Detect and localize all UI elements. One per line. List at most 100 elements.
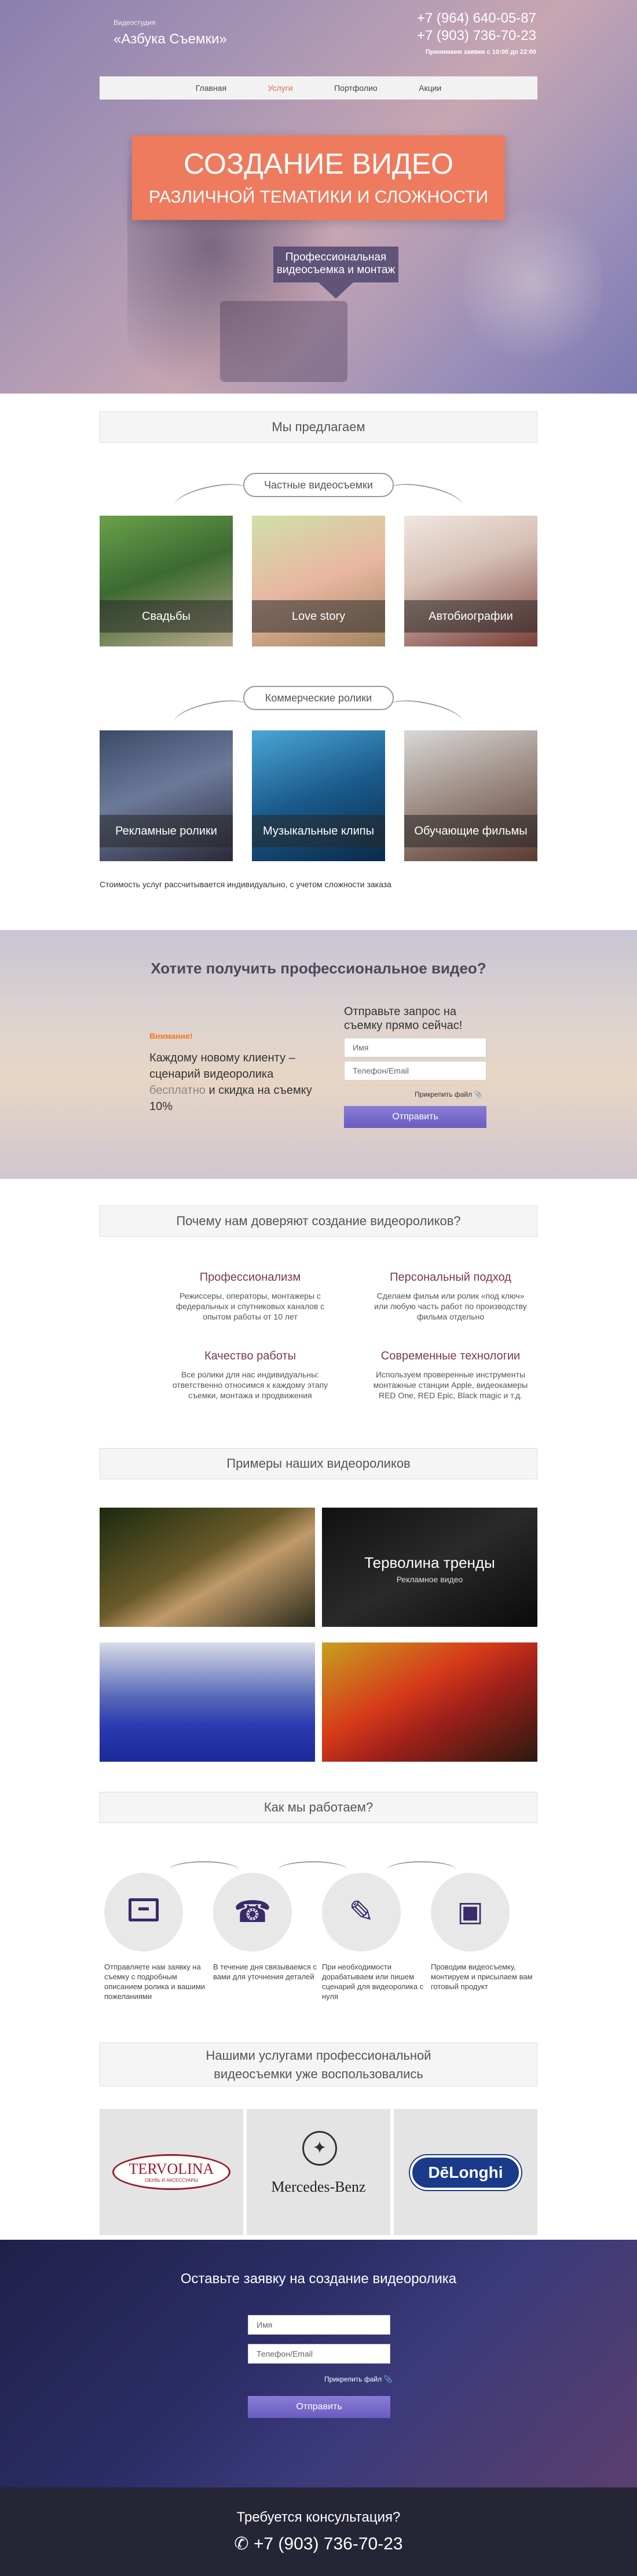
step-text: В течение дня связываемся с вами для уто… (213, 1963, 317, 1981)
camera-image (220, 301, 347, 382)
logo-tagline: ОБУВЬ И АКСЕССУАРЫ (145, 2178, 198, 2183)
section-title: Примеры наших видеороликов (100, 1448, 537, 1479)
section-title: Почему нам доверяют создание видеоролико… (100, 1206, 537, 1237)
step-circle: ☎ (213, 1873, 292, 1952)
section-title: Нашими услугами профессиональной видеосъ… (100, 2042, 537, 2086)
service-tile-weddings[interactable]: Свадьбы (100, 516, 233, 646)
video-thumbnail[interactable] (322, 1642, 537, 1762)
video-subtitle: Рекламное видео (396, 1575, 463, 1584)
submit-button[interactable]: Отправить (344, 1106, 486, 1128)
footer-title: Требуется консультация? (236, 2509, 401, 2525)
video-thumbnail[interactable] (100, 1508, 315, 1627)
video-thumbnail-featured[interactable]: Терволина тренды Рекламное видео (322, 1508, 537, 1627)
service-tile-music-clips[interactable]: Музыкальные клипы (252, 730, 385, 861)
step-circle: ▣ (431, 1873, 510, 1952)
feature-text: Режиссеры, операторы, монтажеры с федера… (175, 1291, 325, 1321)
camera-icon: ▣ (457, 1897, 484, 1927)
connector-line (172, 694, 251, 734)
tervolina-logo: TERVOLINA ОБУВЬ И АКСЕССУАРЫ (112, 2154, 230, 2190)
section-title: Мы предлагаем (100, 411, 537, 443)
step-circle: ▬ (104, 1873, 183, 1952)
submit-button[interactable]: Отправить (248, 2396, 390, 2418)
client-logo-mercedes: ✦ Mercedes-Benz (247, 2109, 390, 2235)
connector-line (386, 478, 465, 517)
contact-field[interactable]: Телефон/Email (248, 2344, 390, 2364)
studio-label: Видеостудия (114, 19, 156, 27)
down-arrow-icon (318, 282, 353, 299)
form-title: Оставьте заявку на создание видеоролика (180, 2271, 457, 2287)
feature-title: Современные технологии (380, 1350, 521, 1362)
attach-file-link[interactable]: Прикрепить файл 📎 (415, 1090, 482, 1098)
service-tile-love-story[interactable]: Love story (252, 516, 385, 646)
private-shooting-label: Частные видеосъемки (243, 473, 394, 497)
footer-phone-number: +7 (903) 736-70-23 (253, 2534, 403, 2553)
monitor-icon: ▬ (129, 1898, 159, 1921)
phone-number[interactable]: +7 (903) 736-70-23 (417, 28, 536, 44)
nav-promotions[interactable]: Акции (419, 83, 441, 93)
connector-line (386, 694, 465, 734)
warning-label: Внимание! (149, 1031, 193, 1041)
feature-text: Все ролики для нас индивидуальны: ответс… (172, 1370, 328, 1400)
support-icon: ☎ (233, 1895, 272, 1929)
offer-part: Каждому новому клиенту – сценарий видеор… (149, 1052, 295, 1081)
feature-text: Сделаем фильм или ролик «под ключ» или л… (374, 1291, 527, 1321)
paperclip-icon: 📎 (383, 2375, 393, 2383)
main-nav: Главная Услуги Портфолио Акции (100, 76, 537, 100)
phone-number[interactable]: +7 (964) 640-05-87 (417, 10, 536, 27)
phone-icon: ✆ (234, 2534, 249, 2553)
step-text: Отправляете нам заявку на съемку с подро… (104, 1963, 206, 2001)
attach-label: Прикрепить файл (324, 2375, 382, 2383)
hero-subtitle: РАЗЛИЧНОЙ ТЕМАТИКИ И СЛОЖНОСТИ (148, 188, 489, 207)
video-title: Терволина тренды (364, 1554, 495, 1571)
tile-caption: Рекламные ролики (100, 815, 233, 847)
working-hours: Принимаем заявки с 10:00 до 22:00 (425, 49, 536, 56)
edit-icon: ✎ (349, 1895, 374, 1929)
tile-caption: Обучающие фильмы (404, 815, 537, 847)
client-logo-delonghi: DēLonghi (394, 2109, 537, 2235)
commercial-label: Коммерческие ролики (243, 686, 394, 710)
form-title: Отправьте запрос на съемку прямо сейчас! (344, 1005, 463, 1032)
step-text: При необходимости дорабатываем или пишем… (322, 1963, 424, 2001)
attach-label: Прикрепить файл (415, 1090, 473, 1098)
hero-badge: Профессиональная видеосъемка и монтаж (273, 247, 398, 282)
tile-caption: Музыкальные клипы (252, 815, 385, 847)
nav-home[interactable]: Главная (196, 83, 226, 93)
feature-text: Используем проверенные инструменты монта… (373, 1370, 528, 1400)
logo-text: TERVOLINA (129, 2160, 214, 2177)
logo-text: Mercedes-Benz (271, 2178, 366, 2195)
name-field[interactable]: Имя (248, 2315, 390, 2335)
mercedes-star-icon: ✦ (302, 2131, 337, 2166)
studio-name[interactable]: «Азбука Съемки» (114, 31, 227, 47)
service-tile-training[interactable]: Обучающие фильмы (404, 730, 537, 861)
offer-highlight: бесплатно (149, 1084, 206, 1097)
nav-services[interactable]: Услуги (268, 83, 293, 93)
feature-title: Профессионализм (199, 1271, 301, 1284)
client-logo-tervolina: TERVOLINA ОБУВЬ И АКСЕССУАРЫ (100, 2109, 243, 2235)
step-circle: ✎ (322, 1873, 401, 1952)
feature-title: Качество работы (204, 1350, 296, 1362)
cta-title: Хотите получить профессиональное видео? (151, 960, 486, 977)
tile-caption: Love story (252, 600, 385, 633)
offer-text: Каждому новому клиенту – сценарий видеор… (149, 1050, 323, 1115)
attach-file-link[interactable]: Прикрепить файл 📎 (324, 2375, 392, 2383)
footer-phone[interactable]: ✆ +7 (903) 736-70-23 (0, 2534, 637, 2554)
connector-line (172, 478, 251, 517)
tile-caption: Свадьбы (100, 600, 233, 633)
pricing-note: Стоимость услуг рассчитывается индивидуа… (100, 880, 391, 889)
step-text: Проводим видеосъемку, монтируем и присыл… (431, 1963, 533, 1991)
light-glow (463, 197, 602, 370)
name-field[interactable]: Имя (344, 1038, 486, 1057)
contact-field[interactable]: Телефон/Email (344, 1061, 486, 1081)
nav-portfolio[interactable]: Портфолио (334, 83, 378, 93)
hero-title: СОЗДАНИЕ ВИДЕО (184, 148, 453, 180)
logo-text: DēLonghi (410, 2155, 521, 2190)
video-thumbnail[interactable] (100, 1642, 315, 1762)
feature-title: Персональный подход (390, 1271, 511, 1284)
paperclip-icon: 📎 (474, 1090, 483, 1098)
tile-caption: Автобиографии (404, 600, 537, 633)
hero-title-box: СОЗДАНИЕ ВИДЕО РАЗЛИЧНОЙ ТЕМАТИКИ И СЛОЖ… (132, 135, 505, 220)
footer (0, 2487, 637, 2576)
section-title: Как мы работаем? (100, 1792, 537, 1823)
service-tile-biographies[interactable]: Автобиографии (404, 516, 537, 646)
service-tile-ads[interactable]: Рекламные ролики (100, 730, 233, 861)
